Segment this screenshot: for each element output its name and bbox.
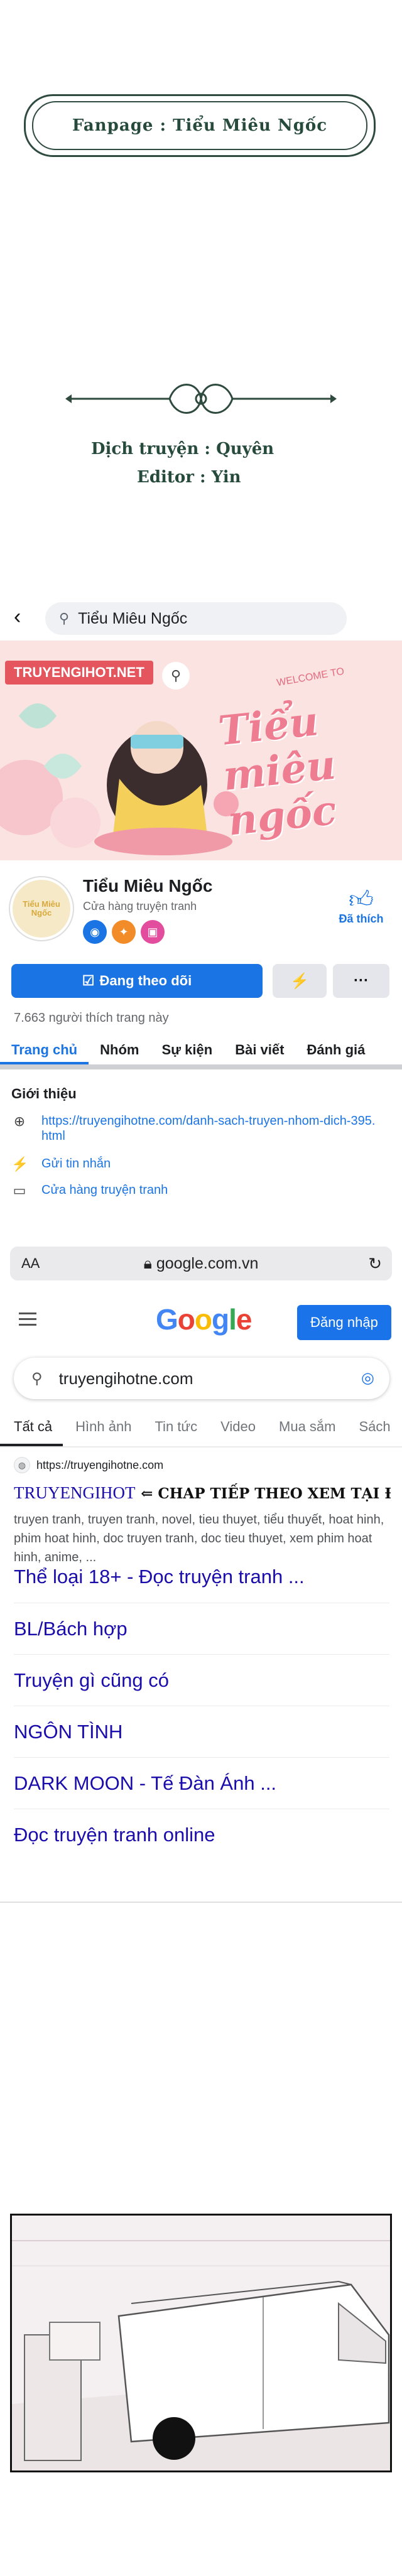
cover-title: Tiểu miêu ngốc (216, 698, 339, 845)
credits-banner: Fanpage : Tiểu Miêu Ngốc Dịch truyện : Q… (0, 0, 402, 584)
more-button[interactable]: ··· (333, 964, 389, 998)
globe-badge-icon[interactable]: ◉ (83, 920, 107, 944)
intro-website-link[interactable]: https://truyengihotne.com/danh-sach-truy… (41, 1113, 381, 1144)
site-favicon-icon: ◍ (14, 1457, 30, 1473)
logo-letter: l (229, 1303, 237, 1336)
cover-photo[interactable]: TRUYENGIHOT.NET ⚲ WELCOME TO Tiểu miêu n… (0, 641, 402, 860)
page-badges: ◉ ✦ ▣ (83, 920, 165, 944)
result-site-row[interactable]: ◍ https://truyengihotne.com (14, 1457, 391, 1473)
fanpage-label: Fanpage : Tiểu Miêu Ngốc (72, 116, 328, 135)
intro-title: Giới thiệu (11, 1086, 77, 1101)
gift-badge-icon[interactable]: ▣ (141, 920, 165, 944)
editor-credit: Editor : Yin (137, 468, 241, 487)
likes-count: 7.663 người thích trang này (14, 1011, 169, 1025)
page-name: Tiểu Miêu Ngốc (83, 876, 213, 896)
tab-news[interactable]: Tin tức (142, 1410, 208, 1446)
tab-groups[interactable]: Nhóm (89, 1033, 150, 1064)
result-title-note: ⇐ CHAP TIẾP THEO XEM TẠI ĐÂY NHA (141, 1485, 391, 1502)
page-tabs: Trang chủ Nhóm Sự kiện Bài viết Đánh giá (0, 1033, 402, 1069)
intro-website-row[interactable]: ⊕ https://truyengihotne.com/danh-sach-tr… (11, 1113, 381, 1144)
menu-icon[interactable] (19, 1312, 36, 1329)
logo-letter: e (236, 1303, 253, 1336)
star-badge-icon[interactable]: ✦ (112, 920, 136, 944)
comic-panel (10, 2214, 392, 2472)
avatar[interactable]: Tiểu Miêu Ngốc (10, 877, 73, 940)
messenger-button[interactable]: ⚡ (273, 964, 327, 998)
google-search-input[interactable]: ⚲ truyengihotne.com ◎ (14, 1358, 389, 1399)
browser-address-bar[interactable]: AA 🔒︎ google.com.vn ↻ (10, 1247, 392, 1280)
ornament-divider-icon (65, 384, 337, 414)
globe-icon: ⊕ (13, 1113, 26, 1129)
reload-icon[interactable]: ↻ (368, 1254, 382, 1274)
fb-search-row: ‹ ⚲ Tiểu Miêu Ngốc (0, 598, 402, 636)
fb-search-input[interactable]: ⚲ Tiểu Miêu Ngốc (45, 602, 347, 635)
sitelink-ngon-tinh[interactable]: NGÔN TÌNH (14, 1706, 389, 1757)
sitelink-bl[interactable]: BL/Bách hợp (14, 1603, 389, 1654)
lens-camera-icon[interactable]: ◎ (361, 1369, 374, 1387)
url-text: google.com.vn (156, 1254, 259, 1272)
tab-home[interactable]: Trang chủ (0, 1033, 89, 1064)
following-button[interactable]: ☑ Đang theo dõi (11, 964, 263, 998)
tab-events[interactable]: Sự kiện (150, 1033, 224, 1064)
page-profile: Tiểu Miêu Ngốc Tiểu Miêu Ngốc Cửa hàng t… (0, 863, 402, 951)
page-action-buttons: ☑ Đang theo dõi ⚡ ··· (0, 964, 402, 1002)
fanpage-frame: Fanpage : Tiểu Miêu Ngốc (24, 94, 376, 157)
facebook-page: ‹ ⚲ Tiểu Miêu Ngốc TRUYENGIHOT.NET ⚲ WEL… (0, 587, 402, 1247)
tab-posts[interactable]: Bài viết (224, 1033, 295, 1064)
messenger-icon: ⚡ (290, 972, 309, 990)
intro-message-row[interactable]: ⚡ Gửi tin nhắn (11, 1156, 111, 1172)
intro-send-message[interactable]: Gửi tin nhắn (41, 1156, 111, 1171)
search-icon: ⚲ (59, 610, 70, 626)
back-arrow-icon[interactable]: ‹ (14, 606, 21, 627)
liked-label: Đã thích (339, 912, 384, 925)
logo-letter: o (194, 1303, 212, 1336)
search-result: ◍ https://truyengihotne.com TRUYENGIHOT … (14, 1457, 391, 1567)
storefront-icon: ▭ (13, 1182, 26, 1198)
google-logo[interactable]: Google (156, 1302, 253, 1336)
messenger-icon: ⚡ (11, 1156, 29, 1172)
comic-van-illustration (12, 2216, 390, 2470)
page-category: Cửa hàng truyện tranh (83, 900, 197, 912)
sign-in-button[interactable]: Đăng nhập (297, 1305, 391, 1340)
tab-video[interactable]: Video (208, 1410, 266, 1446)
cover-logo: TRUYENGIHOT.NET (5, 661, 153, 685)
intro-category-link[interactable]: Cửa hàng truyện tranh (41, 1182, 168, 1198)
search-icon: ⚲ (31, 1370, 43, 1387)
lock-icon: 🔒︎ (143, 1254, 156, 1272)
intro-category-row[interactable]: ▭ Cửa hàng truyện tranh (11, 1182, 168, 1199)
tab-images[interactable]: Hình ảnh (63, 1410, 142, 1446)
liked-button[interactable]: 👍︎ Đã thích (333, 887, 389, 926)
avatar-logo-text: Tiểu Miêu Ngốc (23, 899, 60, 917)
check-icon: ☑ (82, 973, 95, 988)
logo-letter: G (156, 1303, 178, 1336)
translator-credit: Dịch truyện : Quyên (91, 440, 274, 458)
sitelink-18plus[interactable]: Thể loại 18+ - Đọc truyện tranh ... (14, 1551, 389, 1603)
result-title-main: TRUYENGIHOT (14, 1483, 136, 1502)
google-tabs: Tất cả Hình ảnh Tin tức Video Mua sắm Sá… (0, 1410, 402, 1448)
google-query: truyengihotne.com (58, 1368, 193, 1388)
url-field[interactable]: 🔒︎ google.com.vn (10, 1255, 392, 1273)
fb-search-query: Tiểu Miêu Ngốc (78, 609, 188, 627)
tab-books[interactable]: Sách (347, 1410, 401, 1446)
logo-letter: g (212, 1303, 229, 1336)
logo-letter: o (177, 1303, 195, 1336)
result-title[interactable]: TRUYENGIHOT ⇐ CHAP TIẾP THEO XEM TẠI ĐÂY… (14, 1483, 391, 1503)
thumbs-up-icon: 👍︎ (349, 887, 374, 913)
google-results-page: Google Đăng nhập ⚲ truyengihotne.com ◎ T… (0, 1281, 402, 1903)
intro-section: Giới thiệu ⊕ https://truyengihotne.com/d… (0, 1071, 402, 1203)
sitelink-anything[interactable]: Truyện gì cũng có (14, 1654, 389, 1706)
tab-reviews[interactable]: Đánh giá (295, 1033, 376, 1064)
following-label: Đang theo dõi (99, 973, 192, 988)
sitelink-read-online[interactable]: Đọc truyện tranh online (14, 1809, 389, 1860)
cover-search-icon: ⚲ (162, 662, 190, 690)
tab-all[interactable]: Tất cả (0, 1410, 63, 1446)
sitelink-dark-moon[interactable]: DARK MOON - Tế Đàn Ánh ... (14, 1757, 389, 1809)
tab-shopping[interactable]: Mua sắm (266, 1410, 346, 1446)
more-dots-icon: ··· (354, 972, 369, 989)
result-site-url: https://truyengihotne.com (36, 1458, 164, 1471)
